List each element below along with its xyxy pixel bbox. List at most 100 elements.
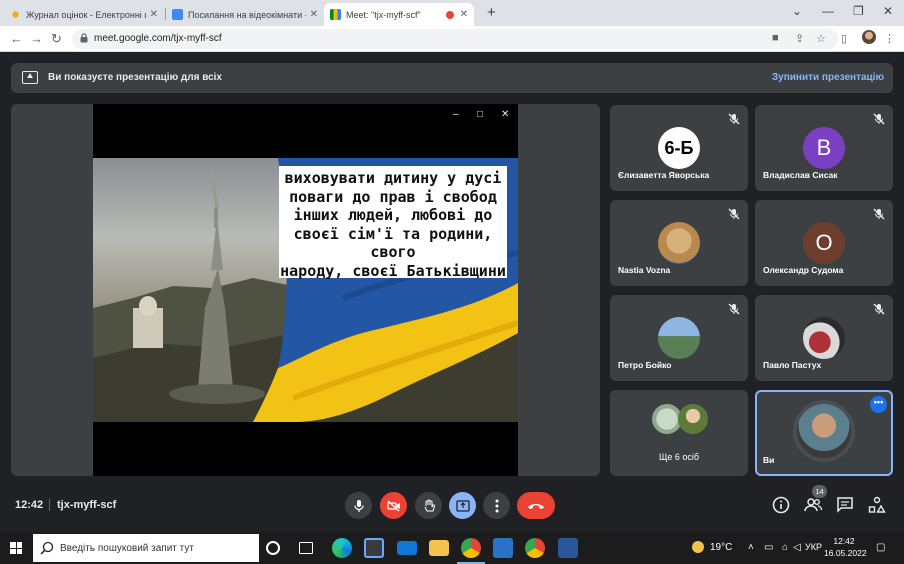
slide-line: виховувати дитину у дусі [284, 169, 502, 187]
close-tab-icon[interactable]: ✕ [310, 9, 318, 20]
self-tile[interactable]: ••• Ви [755, 390, 893, 476]
lock-icon [80, 33, 88, 43]
share-icon[interactable]: ⇪ [795, 32, 804, 45]
video-app-icon[interactable] [493, 538, 513, 558]
participant-tile[interactable]: Nastia Vozna [610, 200, 748, 286]
mic-off-icon [728, 303, 740, 315]
chrome-icon[interactable] [457, 538, 485, 564]
menu-dots-icon[interactable]: ⋮ [884, 32, 895, 45]
avatar-photo [658, 317, 700, 359]
store-icon[interactable] [364, 538, 384, 558]
participant-name: Єлизаветта Яворська [618, 170, 710, 180]
hand-icon [424, 499, 435, 511]
more-options-button[interactable] [483, 492, 510, 519]
network-icon[interactable]: ⌂ [782, 542, 788, 553]
file-explorer-icon[interactable] [429, 540, 449, 556]
avatar-photo [803, 317, 845, 359]
participant-name: Олександр Судома [763, 265, 844, 275]
slide-line: інших людей, любові до [293, 206, 493, 224]
tab-search-icon[interactable]: ⌄ [792, 4, 802, 18]
system-clock[interactable]: 12:42 16.05.2022 [824, 535, 867, 559]
slide-line: своєї сім'ї та родини, свого [293, 224, 493, 262]
minimize-icon[interactable]: – [453, 109, 459, 120]
leave-call-button[interactable] [517, 492, 555, 519]
sun-icon [10, 9, 21, 20]
people-icon[interactable] [804, 496, 822, 514]
mail-icon[interactable] [397, 541, 417, 555]
chrome-icon[interactable] [525, 538, 545, 558]
browser-toolbar: ← → ↻ meet.google.com/tjx-myff-scf ■ ⇪ ☆… [0, 26, 904, 52]
raise-hand-button[interactable] [415, 492, 442, 519]
participant-tile[interactable]: О Олександр Судома [755, 200, 893, 286]
battery-icon[interactable]: ▭ [764, 542, 773, 553]
tab-title: Meet: "tjx-myff-scf" [346, 9, 421, 20]
phone-hangup-icon [528, 503, 544, 509]
tab-meet[interactable]: Meet: "tjx-myff-scf" ✕ [324, 3, 474, 26]
meet-icon [330, 9, 341, 20]
new-tab-icon[interactable]: + [487, 4, 496, 21]
avatar-photo [678, 404, 708, 434]
tab-journal[interactable]: Журнал оцінок - Електронні щ ✕ [4, 3, 164, 26]
close-tab-icon[interactable]: ✕ [150, 9, 158, 20]
task-view-icon[interactable] [299, 542, 313, 554]
weather-icon[interactable] [692, 541, 704, 553]
forward-icon[interactable]: → [30, 31, 43, 46]
reload-icon[interactable]: ↻ [51, 31, 62, 47]
participant-tile[interactable]: Павло Пастух [755, 295, 893, 381]
more-participants-label: Ще 6 осіб [658, 452, 700, 462]
microphone-button[interactable] [345, 492, 372, 519]
participant-name: Владислав Сисак [763, 170, 838, 180]
participant-name: Павло Пастух [763, 360, 822, 370]
back-icon[interactable]: ← [10, 31, 23, 46]
windows-start-icon[interactable] [10, 542, 22, 554]
tray-overflow-icon[interactable]: ˄ [748, 542, 754, 553]
slide-line: народу, своєї Батьківщини [280, 261, 506, 280]
more-participants-tile[interactable]: Ще 6 осіб [610, 390, 748, 476]
bookmark-star-icon[interactable]: ☆ [816, 32, 826, 45]
camera-in-use-icon[interactable]: ■ [772, 32, 779, 44]
microphone-icon [353, 499, 364, 512]
windows-taskbar: Введіть пошуковий запит тут 19°C ˄ ▭ ⌂ ◁… [0, 532, 904, 564]
maximize-icon[interactable]: □ [477, 109, 483, 120]
mic-off-icon [873, 303, 885, 315]
weather-temp[interactable]: 19°C [710, 542, 732, 553]
language-indicator[interactable]: УКР [805, 542, 822, 552]
taskbar-search[interactable]: Введіть пошуковий запит тут [33, 534, 259, 562]
mic-off-icon [873, 113, 885, 125]
word-icon[interactable] [558, 538, 578, 558]
camera-button[interactable] [380, 492, 407, 519]
meeting-controls-bar: 12:42 tjx-myff-scf 14 [0, 482, 904, 532]
edge-icon[interactable] [332, 538, 352, 558]
close-tab-icon[interactable]: ✕ [460, 9, 468, 20]
side-panel-icon[interactable]: ▯ [841, 32, 847, 45]
participant-tile[interactable]: В Владислав Сисак [755, 105, 893, 191]
cortana-icon[interactable] [266, 541, 280, 555]
participant-tile[interactable]: Петро Бойко [610, 295, 748, 381]
more-options-icon[interactable]: ••• [870, 396, 887, 413]
participant-tile[interactable]: 6-Б Єлизаветта Яворська [610, 105, 748, 191]
activities-icon[interactable] [868, 496, 886, 514]
chat-icon[interactable] [836, 496, 854, 514]
restore-icon[interactable]: ❐ [853, 4, 864, 18]
volume-icon[interactable]: ◁ [793, 542, 801, 553]
tab-links[interactable]: Посилання на відеокімнати - G ✕ [166, 3, 324, 26]
address-bar[interactable]: meet.google.com/tjx-myff-scf [72, 29, 838, 49]
meeting-time: 12:42 [15, 499, 44, 511]
tab-title: Журнал оцінок - Електронні щ [26, 9, 146, 20]
clock-date: 16.05.2022 [824, 548, 867, 558]
meeting-info-icon[interactable] [772, 496, 790, 514]
stop-presenting-button[interactable]: Зупинити презентацію [772, 72, 884, 83]
close-icon[interactable]: ✕ [501, 109, 509, 120]
slide-line: поваги до прав і свобод [289, 187, 497, 206]
notifications-icon[interactable]: ▢ [876, 542, 885, 553]
avatar: 6-Б [658, 127, 700, 169]
avatar: О [803, 222, 845, 264]
minimize-icon[interactable]: — [822, 4, 834, 18]
present-now-button[interactable] [449, 492, 476, 519]
search-placeholder: Введіть пошуковий запит тут [60, 543, 194, 554]
browser-tab-strip: Журнал оцінок - Електронні щ ✕ Посилання… [0, 0, 904, 26]
mic-off-icon [728, 208, 740, 220]
more-participants-avatars [652, 404, 712, 438]
profile-avatar[interactable] [862, 30, 876, 44]
close-window-icon[interactable]: ✕ [883, 4, 893, 18]
